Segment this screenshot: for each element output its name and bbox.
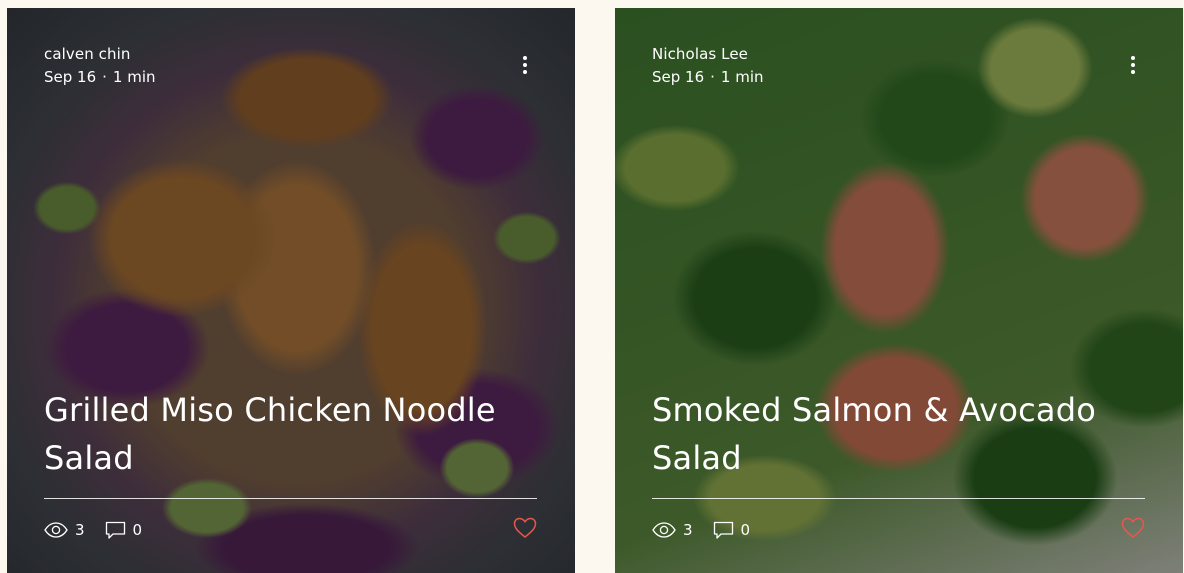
comments-count[interactable]: 0 [713,521,751,540]
more-actions-button[interactable] [515,55,535,75]
image-overlay [615,8,1183,573]
views-count: 3 [652,521,693,539]
post-date: Sep 16 [44,68,97,86]
post-meta: calven chin Sep 16 · 1 min [44,43,156,89]
comments-count[interactable]: 0 [105,521,143,540]
more-vertical-icon [1131,56,1135,74]
author-name[interactable]: calven chin [44,43,156,66]
blog-post-card[interactable]: calven chin Sep 16 · 1 min Grilled Miso Ch… [7,8,575,573]
post-date: Sep 16 [652,68,705,86]
views-value: 3 [683,521,693,539]
post-dateline: Sep 16 · 1 min [652,66,764,89]
comment-icon [105,521,125,539]
divider [652,498,1145,499]
comments-value: 0 [132,521,143,539]
post-title[interactable]: Grilled Miso Chicken Noodle Salad [44,386,544,482]
heart-icon [1121,517,1145,538]
meta-separator: · [710,68,715,86]
read-time: 1 min [112,68,156,86]
post-meta: Nicholas Lee Sep 16 · 1 min [652,43,764,89]
comment-icon [713,521,733,539]
more-vertical-icon [523,56,527,74]
post-stats: 3 0 [652,518,770,542]
read-time: 1 min [720,68,764,86]
comments-value: 0 [740,521,751,539]
eye-icon [652,522,676,538]
views-count: 3 [44,521,85,539]
image-overlay [7,8,575,573]
post-stats: 3 0 [44,518,162,542]
like-button[interactable] [513,517,537,539]
author-name[interactable]: Nicholas Lee [652,43,764,66]
blog-post-card[interactable]: Nicholas Lee Sep 16 · 1 min Smoked Salmon … [615,8,1183,573]
like-button[interactable] [1121,517,1145,539]
more-actions-button[interactable] [1123,55,1143,75]
eye-icon [44,522,68,538]
heart-icon [513,517,537,538]
post-title[interactable]: Smoked Salmon & Avocado Salad [652,386,1152,482]
meta-separator: · [102,68,107,86]
views-value: 3 [75,521,85,539]
post-dateline: Sep 16 · 1 min [44,66,156,89]
divider [44,498,537,499]
